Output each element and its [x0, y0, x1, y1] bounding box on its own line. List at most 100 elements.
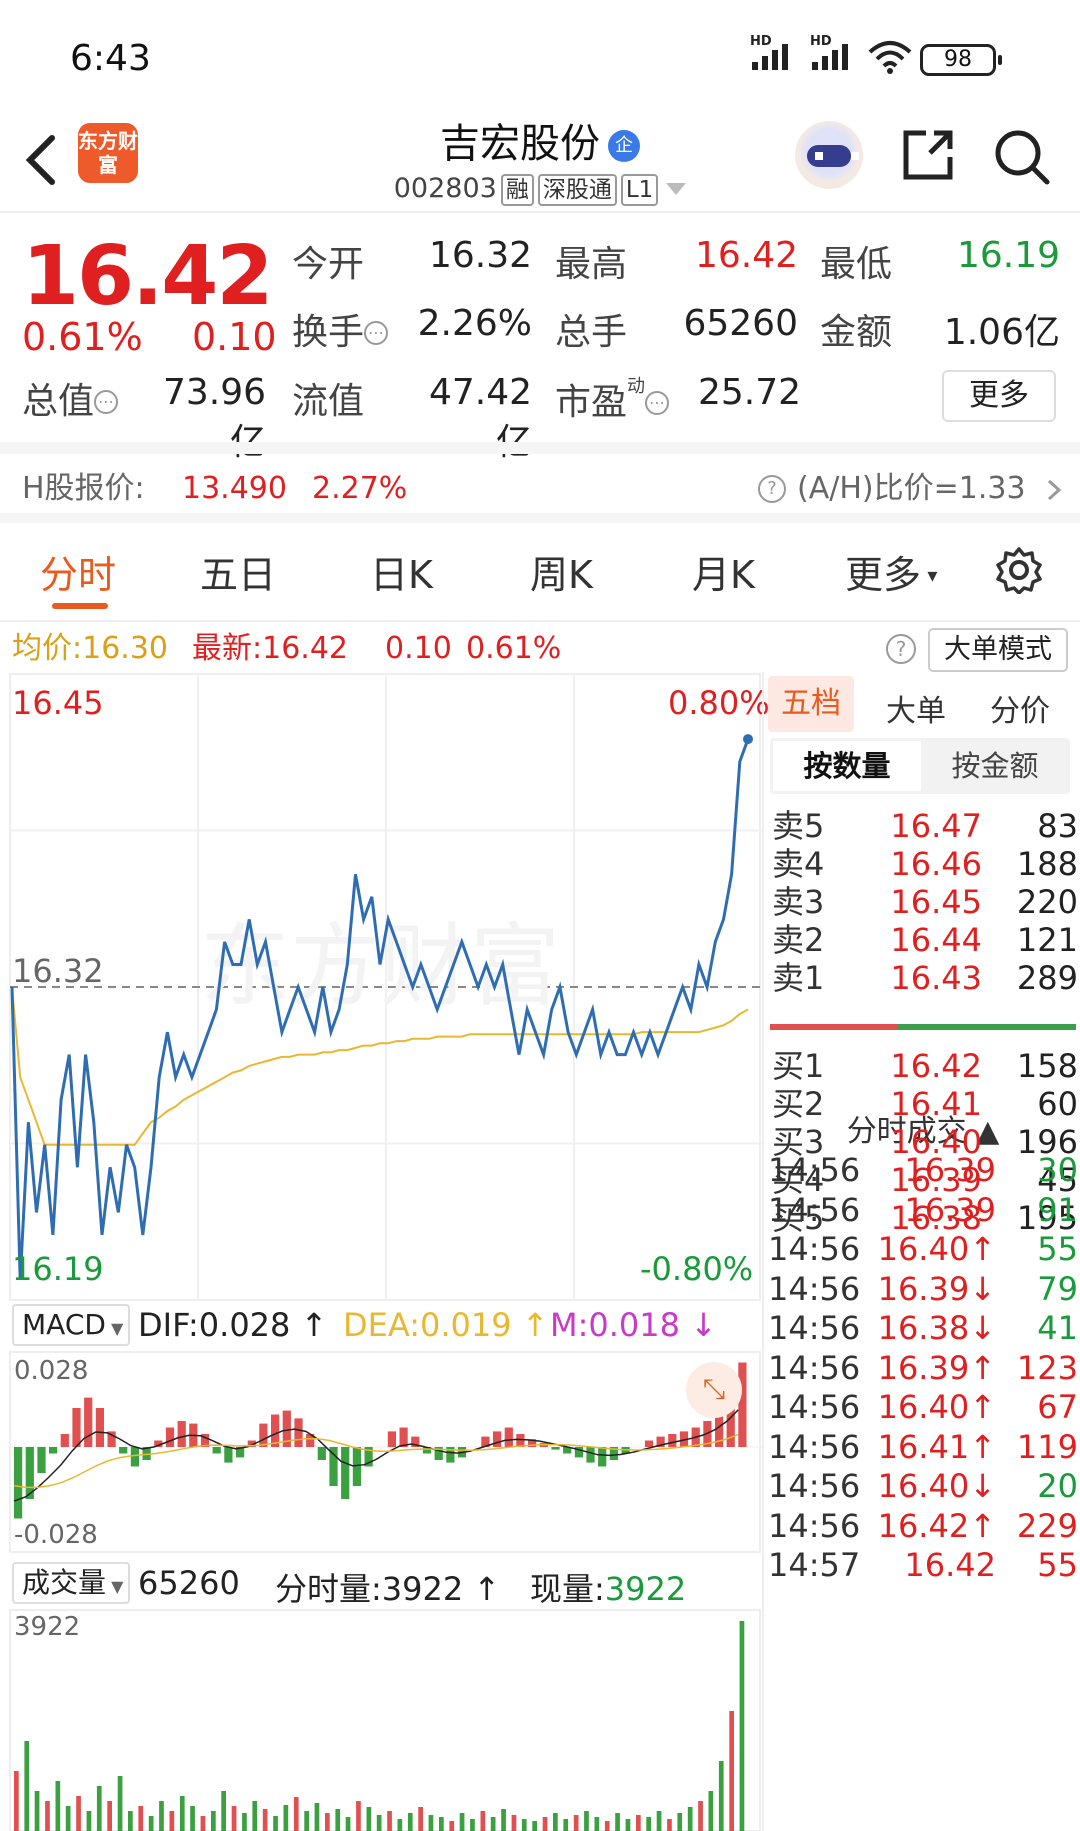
volume-bar: [366, 1807, 372, 1831]
tab-big-orders[interactable]: 大单: [886, 686, 946, 730]
volume-bar: [159, 1801, 164, 1831]
macd-m: M:0.018 ↓: [550, 1306, 717, 1344]
price-high-label: 16.45: [12, 684, 104, 722]
change-percent: 0.61%: [22, 315, 143, 359]
level-volume: 289: [1016, 959, 1078, 997]
app-logo[interactable]: 东方财富: [78, 123, 138, 183]
tab-five-levels[interactable]: 五档: [768, 676, 854, 732]
macd-bar: [72, 1408, 81, 1447]
volume-bar: [459, 1813, 465, 1831]
chevron-down-icon[interactable]: [666, 183, 687, 195]
price-low-label: 16.19: [12, 1250, 104, 1288]
volume-bar: [729, 1711, 734, 1831]
float-label: 流值: [292, 381, 365, 422]
volume-bar: [345, 1817, 351, 1831]
volume-bar: [418, 1807, 423, 1831]
intraday-summary: 均价:16.30 最新:16.42 0.10 0.61% ? 大单模式: [0, 624, 1080, 674]
back-arrow-icon[interactable]: [22, 130, 62, 190]
volume-bar: [667, 1819, 672, 1831]
open-value: 16.32: [428, 235, 532, 276]
last-price-dot: [743, 734, 753, 745]
macd-bar: [516, 1434, 525, 1447]
help-icon[interactable]: ?: [886, 634, 916, 664]
tab-price-distribution[interactable]: 分价: [990, 686, 1050, 730]
h-share-row[interactable]: H股报价: 13.490 2.27% ? (A/H)比价=1.33: [0, 455, 1080, 523]
macd-bar: [329, 1447, 338, 1486]
help-icon[interactable]: ?: [758, 455, 786, 523]
volume-bar: [656, 1811, 662, 1831]
volume-bar: [646, 1817, 651, 1831]
order-book-panel: 五档 大单 分价 按数量 按金额 分时成交 ▲ 卖5 16.47 83 卖4 16.46…: [762, 672, 1080, 1831]
tab-daily-k[interactable]: 日K: [370, 544, 433, 599]
volume-bar: [65, 1806, 71, 1831]
by-quantity-button[interactable]: 按数量: [773, 741, 921, 791]
macd-bar: [399, 1427, 408, 1447]
tab-intraday[interactable]: 分时: [40, 544, 116, 599]
volume-bar: [190, 1806, 195, 1831]
big-order-mode-button[interactable]: 大单模式: [928, 628, 1068, 672]
tab-more[interactable]: 更多 ▾: [845, 544, 937, 599]
chevron-right-icon: [1047, 479, 1062, 501]
divider: [0, 442, 1080, 454]
chart-area[interactable]: 东方财富 16.45 0.80% 16.32 16.19 -0.80% MACD…: [0, 672, 770, 1831]
latest-pct: 0.61%: [466, 631, 562, 666]
macd-bar: [551, 1447, 560, 1450]
volume-bar: [356, 1801, 361, 1831]
macd-bar: [119, 1447, 128, 1454]
volume-bar: [553, 1813, 558, 1831]
volume-bar: [490, 1817, 496, 1831]
cell-signal-icon-1: HD: [750, 34, 788, 74]
h-share-label: H股报价:: [22, 471, 145, 506]
wifi-icon: [868, 41, 912, 74]
stock-code: 002803: [393, 173, 497, 204]
volume-bar: [594, 1817, 600, 1831]
search-icon[interactable]: [992, 127, 1052, 187]
by-amount-button[interactable]: 按金额: [921, 741, 1069, 791]
unit-toggle: 按数量 按金额: [770, 738, 1070, 794]
info-icon: ⋯: [364, 321, 389, 345]
tab-five-day[interactable]: 五日: [200, 544, 276, 599]
volume-bar: [615, 1813, 620, 1831]
volume-bar: [521, 1819, 527, 1831]
watermark: 东方财富: [200, 914, 560, 1019]
macd-dea-line: [13, 1433, 739, 1489]
volume-bar: [439, 1817, 444, 1831]
amount-value: 1.06亿: [943, 312, 1060, 353]
macd-bar: [504, 1427, 513, 1447]
expand-icon[interactable]: ⤡: [686, 1362, 742, 1418]
macd-bar: [212, 1447, 221, 1454]
volume-selector[interactable]: 成交量 ▼: [12, 1562, 130, 1604]
macd-bar: [668, 1434, 677, 1447]
volume-bar: [24, 1741, 30, 1831]
macd-dif-line: [13, 1409, 739, 1502]
volume-bar: [584, 1811, 589, 1831]
macd-dea: DEA:0.019 ↑: [343, 1306, 549, 1344]
trade-time: 14:57: [768, 1546, 861, 1584]
indicator-selector[interactable]: MACD ▼: [12, 1304, 130, 1346]
volume-bar: [314, 1803, 320, 1831]
stock-name: 吉宏股份: [440, 121, 600, 167]
volume-bar: [45, 1801, 50, 1831]
info-icon: ⋯: [645, 391, 670, 415]
gear-icon[interactable]: [995, 546, 1043, 594]
volume-bar: [325, 1813, 330, 1831]
volume-bar: [625, 1819, 631, 1831]
macd-bar: [644, 1440, 654, 1447]
share-icon[interactable]: [900, 127, 956, 183]
tab-monthly-k[interactable]: 月K: [692, 544, 755, 599]
macd-bar: [49, 1447, 58, 1454]
ai-assistant-icon[interactable]: [795, 121, 863, 189]
verified-company-icon: 企: [608, 130, 640, 162]
volume-bar: [55, 1781, 61, 1831]
prev-close-label: 16.32: [12, 952, 104, 990]
trade-price: 16.42: [904, 1546, 996, 1584]
volume-bar: [677, 1813, 683, 1831]
period-tabs: 分时 五日 日K 周K 月K 更多 ▾: [0, 530, 1080, 622]
more-button[interactable]: 更多: [942, 370, 1056, 422]
volume-bar: [573, 1815, 579, 1831]
volume-bar: [449, 1821, 455, 1831]
volume-bar: [304, 1811, 309, 1831]
tab-weekly-k[interactable]: 周K: [530, 544, 593, 599]
volume-total: 65260: [138, 1564, 240, 1602]
macd-bar: [60, 1434, 69, 1447]
